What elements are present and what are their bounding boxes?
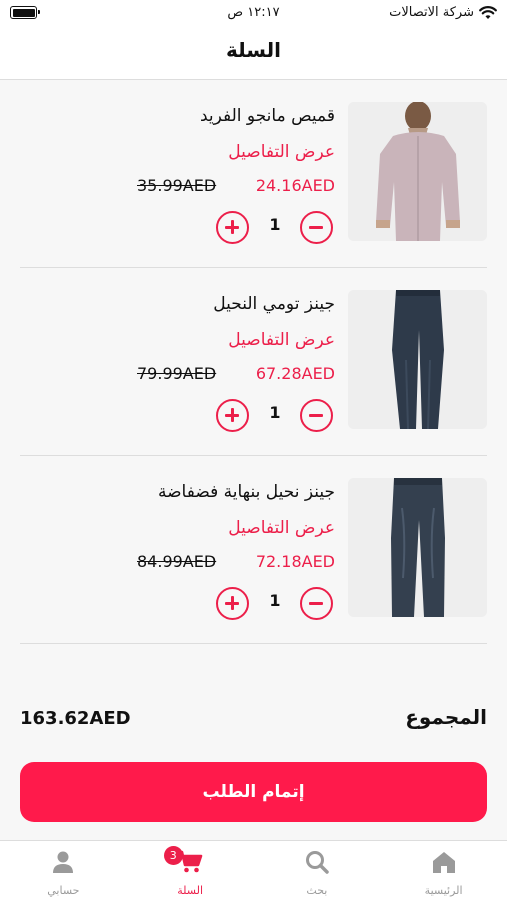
search-icon	[305, 851, 329, 874]
view-details-link[interactable]: عرض التفاصيل	[228, 142, 335, 162]
user-icon	[53, 851, 74, 873]
product-price: 24.16AED	[255, 176, 335, 195]
product-image[interactable]	[348, 478, 487, 617]
view-details-link[interactable]: عرض التفاصيل	[228, 330, 335, 350]
increase-quantity-button[interactable]	[216, 587, 249, 620]
total-value: 163.62AED	[20, 708, 131, 729]
product-old-price: 79.99AED	[137, 364, 217, 383]
quantity-value: 1	[269, 215, 281, 234]
page-title: السلة	[225, 38, 281, 62]
jeans-image-icon	[348, 478, 487, 617]
home-icon	[432, 852, 455, 873]
shirt-image-icon	[348, 102, 487, 241]
tab-account-label: حسابي	[47, 884, 80, 897]
jeans-image-icon	[348, 290, 487, 429]
product-name[interactable]: جينز نحيل بنهاية فضفاضة	[158, 482, 335, 502]
product-price: 67.28AED	[255, 364, 335, 383]
product-name[interactable]: جينز تومي النحيل	[213, 294, 335, 314]
cart-count-badge: 3	[163, 846, 183, 865]
tab-home[interactable]: الرئيسية	[380, 841, 507, 900]
product-old-price: 84.99AED	[137, 552, 217, 571]
product-name[interactable]: قميص مانجو الفريد	[200, 106, 335, 126]
checkout-button[interactable]: إتمام الطلب	[20, 762, 487, 822]
tab-cart[interactable]: 3 السلة	[127, 841, 254, 900]
increase-quantity-button[interactable]	[216, 399, 249, 432]
battery-icon	[10, 6, 40, 19]
status-bar: شركة الاتصالات ١٢:١٧ ص	[0, 0, 507, 28]
quantity-value: 1	[269, 591, 281, 610]
tab-account[interactable]: حسابي	[0, 841, 127, 900]
tab-search-label: بحث	[306, 884, 328, 897]
product-image[interactable]	[348, 102, 487, 241]
product-old-price: 35.99AED	[137, 176, 217, 195]
tab-search[interactable]: بحث	[254, 841, 381, 900]
tab-bar: الرئيسية بحث 3 السلة حسابي	[0, 840, 507, 900]
navigation-bar: السلة	[0, 28, 507, 80]
decrease-quantity-button[interactable]	[300, 399, 333, 432]
status-time: ١٢:١٧ ص	[227, 5, 280, 20]
product-image[interactable]	[348, 290, 487, 429]
decrease-quantity-button[interactable]	[300, 587, 333, 620]
increase-quantity-button[interactable]	[216, 211, 249, 244]
tab-home-label: الرئيسية	[424, 884, 463, 897]
decrease-quantity-button[interactable]	[300, 211, 333, 244]
total-label: المجموع	[405, 705, 487, 729]
quantity-value: 1	[269, 403, 281, 422]
cart-item: جينز تومي النحيل عرض التفاصيل 67.28AED 7…	[20, 268, 487, 456]
cart-item: قميص مانجو الفريد عرض التفاصيل 24.16AED …	[20, 80, 487, 268]
view-details-link[interactable]: عرض التفاصيل	[228, 518, 335, 538]
product-price: 72.18AED	[255, 552, 335, 571]
cart-item: جينز نحيل بنهاية فضفاضة عرض التفاصيل 72.…	[20, 456, 487, 644]
tab-cart-label: السلة	[177, 884, 203, 897]
